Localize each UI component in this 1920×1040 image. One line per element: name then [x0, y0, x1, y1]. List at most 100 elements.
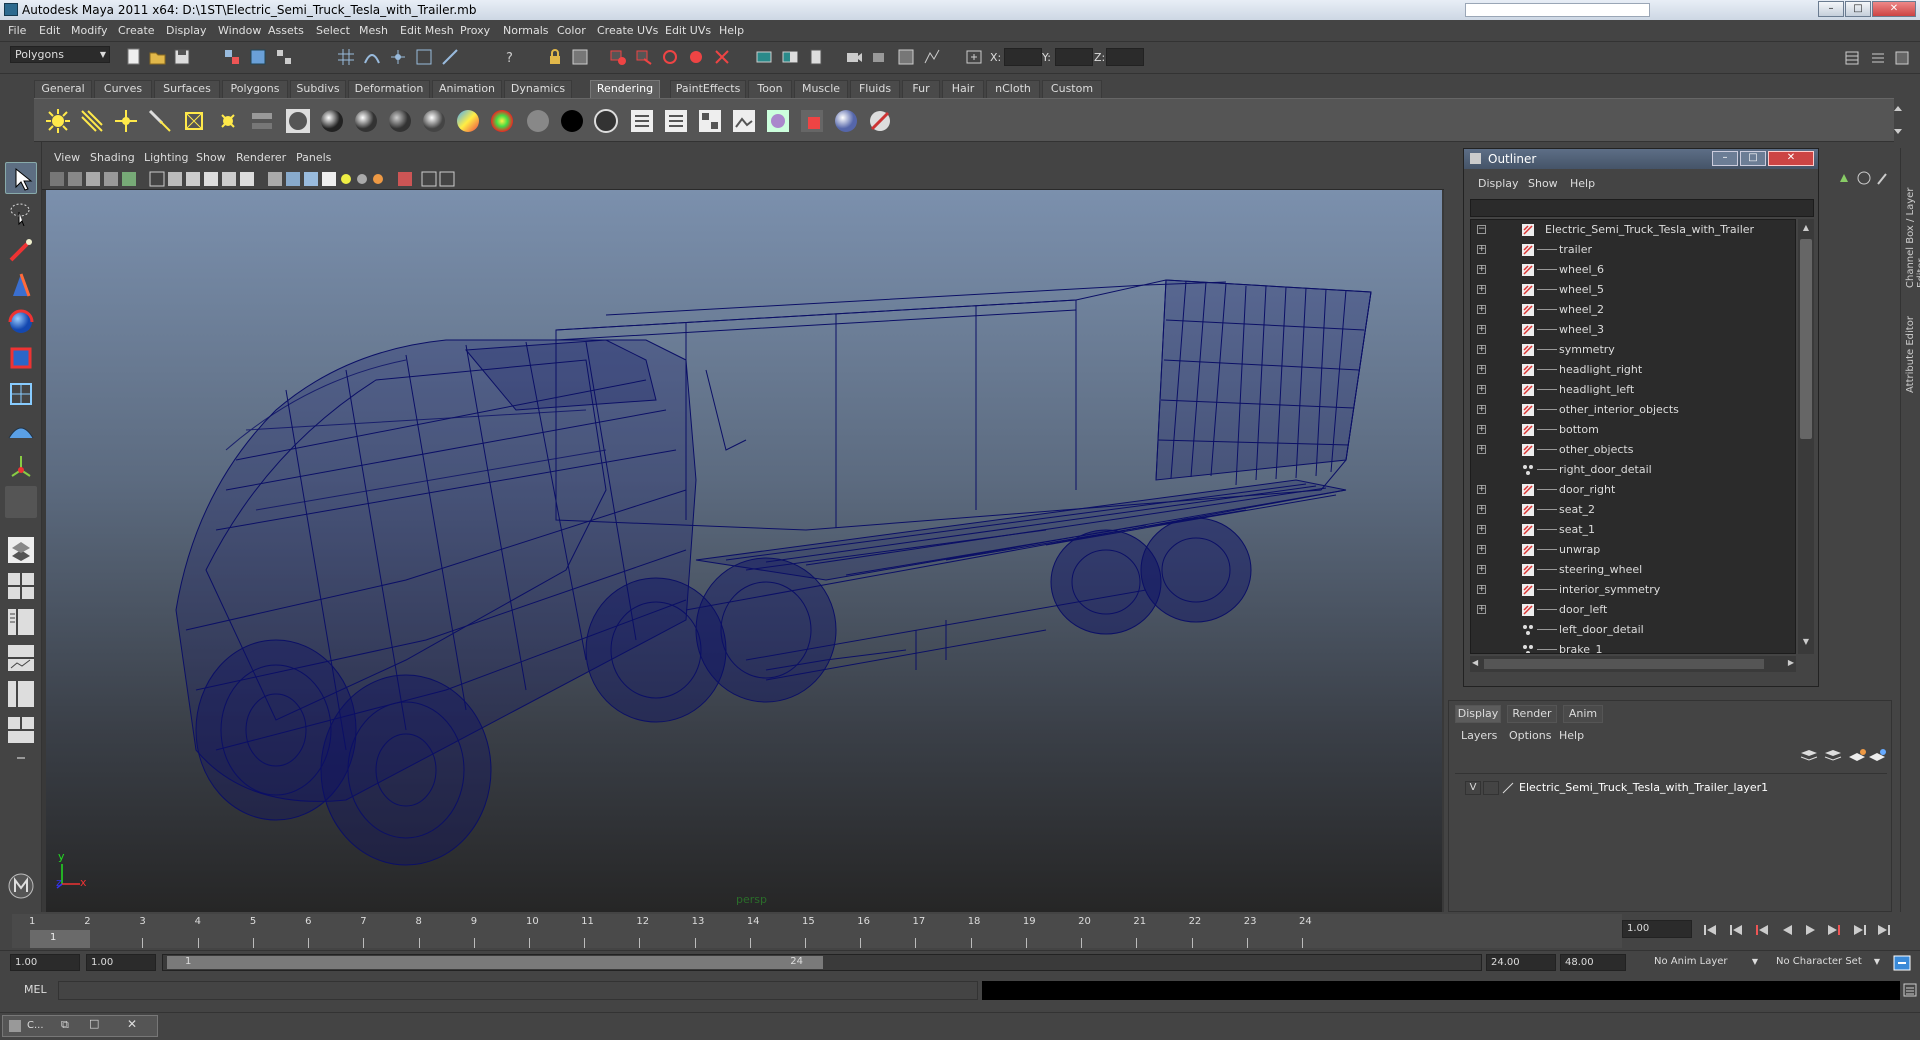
expand-icon[interactable]: +	[1477, 605, 1486, 614]
script-editor-icon[interactable]	[1902, 982, 1918, 998]
ipr-shelf-icon[interactable]	[764, 107, 792, 135]
show-modeling-toolkit-icon[interactable]	[754, 47, 774, 67]
range-slider-handle[interactable]: 1 24	[167, 956, 823, 969]
wireframe-icon[interactable]	[149, 171, 165, 187]
outliner-item[interactable]: + wheel_6	[1471, 260, 1795, 280]
layer-tab-anim[interactable]: Anim	[1563, 705, 1603, 723]
outliner-scroll-thumb[interactable]	[1800, 239, 1812, 439]
tab-ncloth[interactable]: nCloth	[986, 80, 1040, 98]
hypershade-persp-layout-icon[interactable]	[5, 678, 37, 710]
expand-icon[interactable]: +	[1477, 405, 1486, 414]
z-field[interactable]	[1106, 48, 1144, 66]
persp-graph-layout-icon[interactable]	[5, 642, 37, 674]
tab-hair[interactable]: Hair	[942, 80, 984, 98]
play-backwards-icon[interactable]	[1783, 925, 1792, 935]
use-background-icon[interactable]	[592, 107, 620, 135]
maximize-icon[interactable]: □	[89, 1017, 99, 1030]
tab-dynamics[interactable]: Dynamics	[504, 80, 572, 98]
tab-deformation[interactable]: Deformation	[348, 80, 430, 98]
outliner-menu-show[interactable]: Show	[1528, 177, 1558, 190]
menu-set-dropdown[interactable]: Polygons ▼	[10, 46, 110, 63]
tab-polygons[interactable]: Polygons	[222, 80, 288, 98]
render-diagnostics-icon[interactable]	[798, 107, 826, 135]
channel-box-icon[interactable]	[896, 47, 916, 67]
maximize-button[interactable]: □	[1845, 1, 1871, 17]
new-empty-layer-icon[interactable]	[1849, 749, 1866, 761]
step-back-key-icon[interactable]	[1730, 925, 1742, 935]
tab-animation[interactable]: Animation	[432, 80, 502, 98]
expand-icon[interactable]: +	[1477, 445, 1486, 454]
tab-curves[interactable]: Curves	[94, 80, 152, 98]
render-current-frame-icon[interactable]	[608, 47, 628, 67]
outliner-item[interactable]: + door_left	[1471, 600, 1795, 620]
menu-file[interactable]: File	[8, 24, 26, 37]
layer-menu-help[interactable]: Help	[1559, 729, 1584, 742]
light-orange-icon[interactable]	[373, 174, 383, 184]
spot-light-icon[interactable]	[146, 107, 174, 135]
move-layer-up-icon[interactable]	[1800, 750, 1818, 761]
outliner-vertical-scrollbar[interactable]: ▲ ▼	[1798, 219, 1814, 654]
character-set-dropdown[interactable]: No Character Set ▼	[1772, 954, 1882, 971]
outliner-item[interactable]: + seat_2	[1471, 500, 1795, 520]
construction-history-icon[interactable]: ?	[500, 47, 520, 67]
render-view-icon[interactable]	[712, 47, 732, 67]
show-channel-box-icon[interactable]	[1842, 48, 1862, 68]
current-frame-marker[interactable]: 1	[30, 930, 90, 948]
tab-muscle[interactable]: Muscle	[794, 80, 848, 98]
render-settings-icon[interactable]	[660, 47, 680, 67]
scroll-right-icon[interactable]: ▶	[1788, 658, 1794, 667]
show-manipulator-tool-icon[interactable]	[5, 450, 37, 482]
go-to-start-icon[interactable]	[1704, 925, 1716, 935]
menu-create[interactable]: Create	[118, 24, 155, 37]
tab-general[interactable]: General	[34, 80, 92, 98]
phonge-icon[interactable]	[386, 107, 414, 135]
end-time-field[interactable]: 48.00	[1560, 954, 1626, 971]
restore-icon[interactable]: ⧉	[61, 1018, 69, 1032]
scale-tool-icon[interactable]	[5, 342, 37, 374]
outliner-title-bar[interactable]: Outliner – □ ✕	[1464, 149, 1818, 169]
command-language-label[interactable]: MEL	[24, 983, 47, 996]
expand-icon[interactable]: +	[1477, 565, 1486, 574]
playback-start-field[interactable]: 1.00	[86, 954, 156, 971]
persp-outliner-layout-icon[interactable]	[5, 606, 37, 638]
highlight-icon[interactable]	[398, 172, 412, 186]
go-to-end-icon[interactable]	[1878, 925, 1890, 935]
surface-shader-icon[interactable]	[558, 107, 586, 135]
outliner-item[interactable]: + door_right	[1471, 480, 1795, 500]
checker-icon[interactable]	[322, 172, 336, 186]
resolution-gate-icon[interactable]	[421, 171, 437, 187]
layer-menu-options[interactable]: Options	[1509, 729, 1551, 742]
expand-icon[interactable]: +	[1477, 305, 1486, 314]
hypershade-icon[interactable]	[686, 47, 706, 67]
viewport-menu-view[interactable]: View	[54, 151, 80, 164]
light-yellow-icon[interactable]	[341, 174, 351, 184]
select-by-component-icon[interactable]	[274, 47, 294, 67]
xray-icon[interactable]	[286, 172, 300, 186]
collapse-icon[interactable]: −	[1477, 225, 1486, 234]
save-scene-icon[interactable]	[172, 47, 192, 67]
shading-map-icon[interactable]	[524, 107, 552, 135]
time-slider[interactable]: 1 2 3 4 5 6 7 8 9 10 11 12 13 14 15 16 17 18 19 20 21 22 23 24 …	[12, 914, 1622, 948]
menu-edit-uvs[interactable]: Edit UVs	[665, 24, 711, 37]
outliner-item[interactable]: + symmetry	[1471, 340, 1795, 360]
graph-editor-icon[interactable]	[922, 47, 942, 67]
y-field[interactable]	[1055, 48, 1093, 66]
current-time-field[interactable]: 1.00	[1622, 920, 1692, 938]
menu-window[interactable]: Window	[218, 24, 261, 37]
soft-modification-tool-icon[interactable]	[5, 414, 37, 446]
menu-mesh[interactable]: Mesh	[359, 24, 388, 37]
tab-toon[interactable]: Toon	[748, 80, 792, 98]
menu-help[interactable]: Help	[719, 24, 744, 37]
viewport-menu-show[interactable]: Show	[196, 151, 226, 164]
tab-fur[interactable]: Fur	[902, 80, 940, 98]
select-by-hierarchy-icon[interactable]	[222, 47, 242, 67]
playback-end-field[interactable]: 24.00	[1486, 954, 1556, 971]
hypershade-shelf-icon[interactable]	[248, 107, 276, 135]
lock-icon[interactable]	[545, 47, 565, 67]
single-perspective-layout-icon[interactable]	[5, 534, 37, 566]
lasso-tool-icon[interactable]	[5, 198, 37, 230]
scroll-left-icon[interactable]: ◀	[1472, 658, 1478, 667]
expand-icon[interactable]: +	[1477, 325, 1486, 334]
scroll-down-icon[interactable]: ▼	[1800, 637, 1812, 649]
expand-icon[interactable]: +	[1477, 505, 1486, 514]
